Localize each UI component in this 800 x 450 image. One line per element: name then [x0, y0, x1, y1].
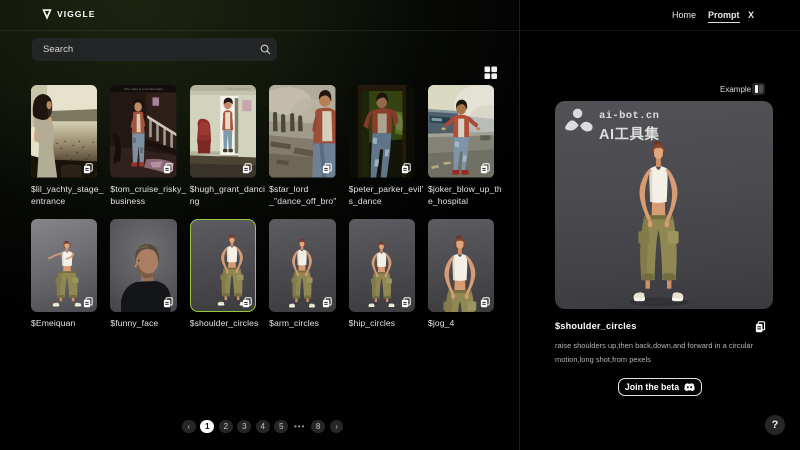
- svg-text:This video is a transformatio: This video is a transformatio: [124, 87, 163, 91]
- svg-text:This video is a tra: This video is a tra: [226, 87, 251, 91]
